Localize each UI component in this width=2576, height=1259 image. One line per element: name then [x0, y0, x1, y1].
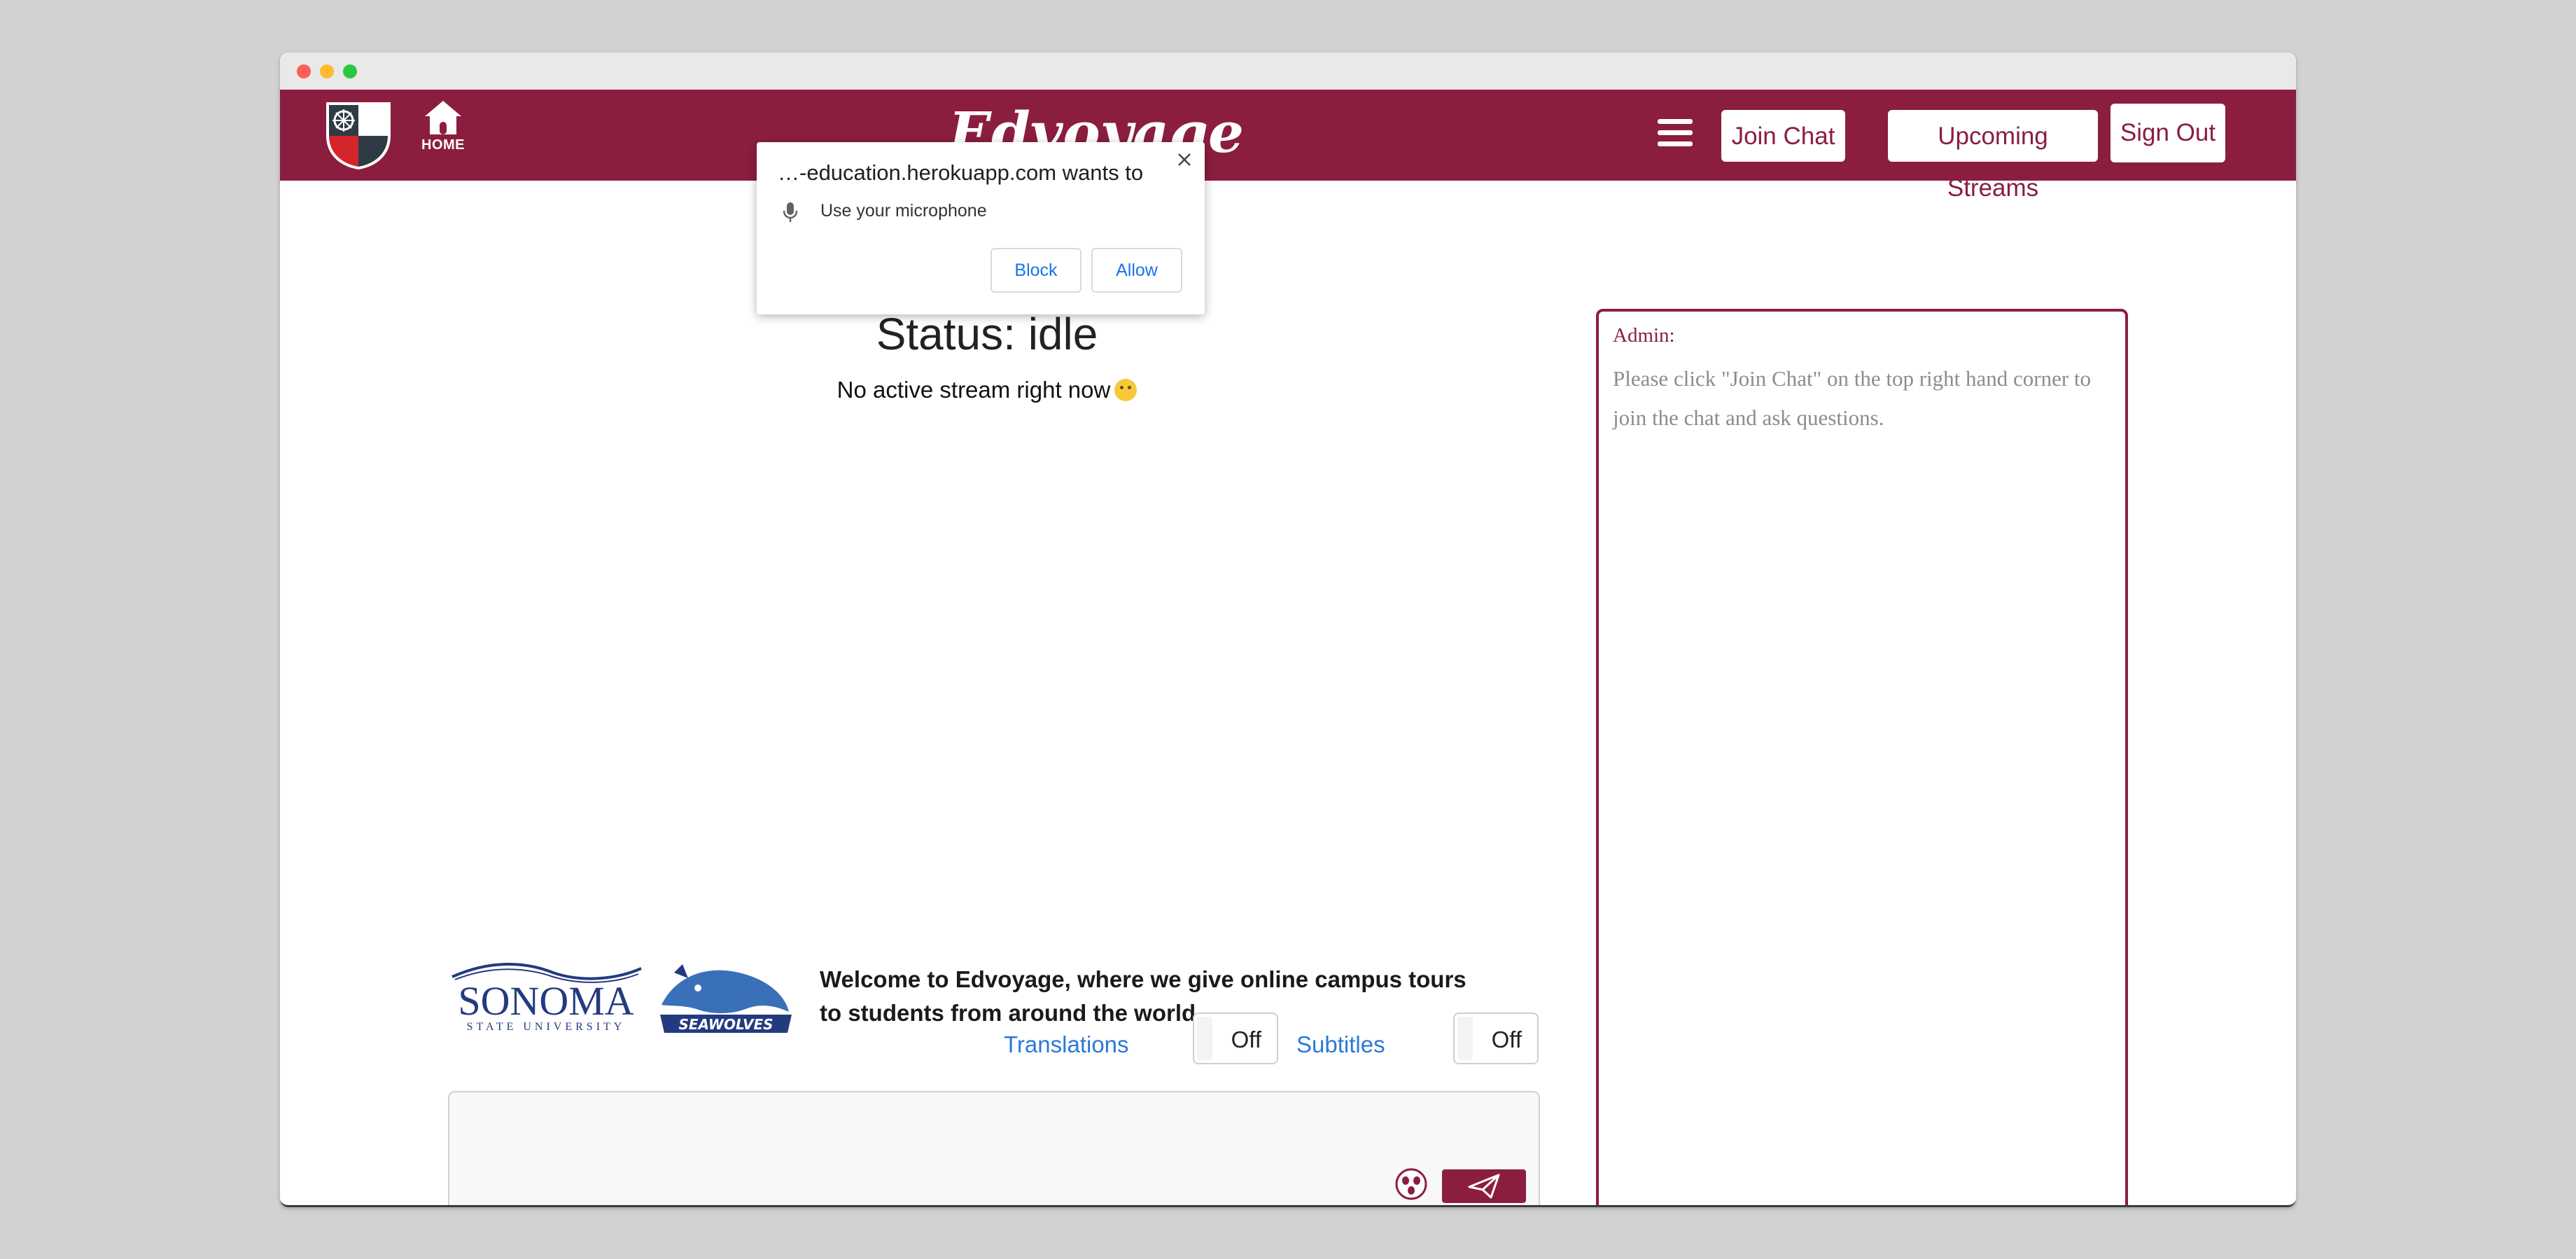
home-link[interactable]: HOME	[419, 99, 468, 162]
join-chat-button[interactable]: Join Chat	[1721, 110, 1845, 162]
toggle-knob	[1197, 1017, 1212, 1060]
subtitles-link[interactable]: Subtitles	[1296, 1031, 1385, 1058]
home-label: HOME	[421, 137, 465, 153]
popup-permission-text: Use your microphone	[820, 201, 987, 221]
subtitles-toggle[interactable]: Off	[1453, 1013, 1539, 1064]
send-icon	[1468, 1174, 1500, 1199]
toggle-knob	[1457, 1017, 1473, 1060]
popup-title: …-education.herokuapp.com wants to	[778, 160, 1144, 185]
crest-logo-icon[interactable]	[323, 99, 393, 171]
sign-out-button[interactable]: Sign Out	[2110, 104, 2225, 162]
chat-admin-message: Please click "Join Chat" on the top righ…	[1613, 366, 2092, 430]
close-window-button[interactable]	[297, 64, 311, 78]
chat-panel: Admin: Please click "Join Chat" on the t…	[1596, 309, 2128, 1205]
welcome-text: Welcome to Edvoyage, where we give onlin…	[820, 966, 1466, 1026]
microphone-icon	[783, 202, 798, 222]
upcoming-streams-button[interactable]: Upcoming Streams	[1888, 110, 2098, 202]
chat-admin-label: Admin:	[1613, 324, 1675, 347]
no-stream-text: No active stream right now	[836, 377, 1111, 403]
no-stream-message: No active stream right now	[637, 377, 1337, 403]
window-titlebar	[280, 53, 2296, 90]
allow-button[interactable]: Allow	[1091, 248, 1182, 293]
emoji-icon[interactable]	[1394, 1167, 1428, 1201]
sonoma-subtitle: STATE UNIVERSITY	[467, 1021, 626, 1033]
navbar: HOME Edvoyage Join Chat Upcoming Streams…	[280, 90, 2296, 202]
translations-link[interactable]: Translations	[1004, 1031, 1129, 1058]
subtitles-toggle-state: Off	[1491, 1027, 1522, 1052]
browser-window: HOME Edvoyage Join Chat Upcoming Streams…	[280, 53, 2296, 1207]
seawolves-text: SEAWOLVES	[678, 1016, 773, 1033]
maximize-window-button[interactable]	[343, 64, 357, 78]
translations-toggle-state: Off	[1231, 1027, 1261, 1052]
send-button[interactable]	[1442, 1169, 1526, 1203]
translations-toggle[interactable]: Off	[1193, 1013, 1278, 1064]
sonoma-name: SONOMA	[458, 978, 634, 1024]
stream-status: Status: idle	[876, 309, 1098, 359]
seawolves-logo: SEAWOLVES	[660, 964, 792, 1033]
microphone-permission-popup: …-education.herokuapp.com wants to Use y…	[757, 142, 1205, 314]
close-icon[interactable]	[1174, 149, 1195, 170]
sonoma-state-logo: SONOMA STATE UNIVERSITY	[451, 962, 642, 1033]
hamburger-menu-icon[interactable]	[1658, 119, 1693, 148]
sad-emoji-icon	[1114, 379, 1138, 401]
block-button[interactable]: Block	[990, 248, 1082, 293]
minimize-window-button[interactable]	[320, 64, 334, 78]
home-icon	[425, 101, 461, 134]
chat-message-input[interactable]	[448, 1091, 1540, 1205]
